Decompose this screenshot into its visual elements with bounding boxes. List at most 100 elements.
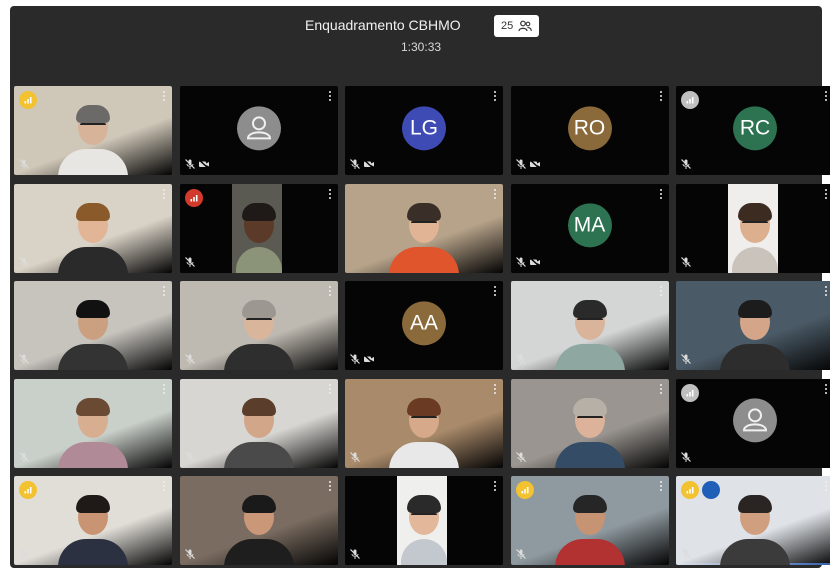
participant-tile[interactable] — [14, 183, 172, 273]
person-hair — [738, 300, 772, 318]
participant-tile[interactable] — [179, 281, 338, 370]
participant-tile[interactable] — [179, 476, 338, 565]
person-hair — [241, 495, 276, 513]
person-body — [58, 344, 128, 370]
person-body — [389, 246, 459, 273]
person-hair — [407, 202, 441, 221]
more-options-icon[interactable] — [821, 480, 830, 494]
signal-badge-icon — [19, 91, 37, 109]
more-options-icon[interactable] — [325, 188, 335, 202]
person-hair — [407, 495, 441, 513]
more-options-icon[interactable] — [656, 90, 666, 104]
person-body — [389, 441, 459, 468]
more-options-icon[interactable] — [159, 383, 169, 397]
more-options-icon[interactable] — [159, 480, 169, 494]
camera-off-icon — [198, 159, 209, 169]
mic-off-icon — [515, 256, 526, 267]
mic-off-icon — [681, 354, 691, 364]
more-options-icon[interactable] — [821, 188, 830, 202]
mic-off-icon — [184, 354, 195, 364]
participant-tile[interactable]: LG — [345, 86, 503, 175]
avatar: RO — [567, 105, 612, 150]
participant-tile[interactable] — [14, 476, 172, 565]
person-hair — [241, 202, 276, 221]
participant-tile[interactable] — [676, 281, 830, 370]
person-body — [554, 441, 625, 468]
mic-off-icon — [19, 354, 29, 364]
mic-off-icon — [184, 256, 195, 267]
person-body — [223, 441, 294, 468]
avatar: RC — [733, 105, 777, 150]
more-options-icon[interactable] — [159, 188, 169, 202]
more-options-icon[interactable] — [490, 90, 500, 104]
person-hair — [76, 202, 110, 221]
participant-tile[interactable]: MA — [510, 183, 669, 273]
participant-tile[interactable] — [345, 378, 503, 468]
participant-video — [223, 290, 294, 370]
more-options-icon[interactable] — [490, 285, 500, 299]
person-hair — [76, 300, 110, 318]
signal-badge-icon — [515, 481, 534, 499]
participant-video — [389, 388, 459, 468]
mic-off-icon — [184, 159, 195, 169]
participant-video — [58, 485, 128, 565]
participant-tile[interactable] — [510, 281, 669, 370]
person-body — [58, 441, 128, 468]
more-options-icon[interactable] — [325, 285, 335, 299]
more-options-icon[interactable] — [656, 188, 666, 202]
participant-tile[interactable] — [179, 183, 338, 273]
person-hair — [76, 105, 110, 123]
person-glasses — [576, 318, 603, 324]
participant-tile[interactable] — [179, 378, 338, 468]
participant-tile[interactable] — [14, 86, 172, 175]
avatar: MA — [567, 203, 612, 248]
participant-video — [223, 388, 294, 468]
more-options-icon[interactable] — [490, 188, 500, 202]
participant-tile[interactable] — [345, 183, 503, 273]
participant-tile[interactable] — [14, 281, 172, 370]
mic-off-icon — [19, 549, 29, 559]
more-options-icon[interactable] — [490, 383, 500, 397]
more-options-icon[interactable] — [821, 285, 830, 299]
more-options-icon[interactable] — [159, 285, 169, 299]
more-options-icon[interactable] — [325, 480, 335, 494]
participant-tile[interactable] — [676, 183, 830, 273]
person-body — [554, 344, 625, 370]
signal-badge-icon — [19, 481, 37, 499]
participant-tile[interactable] — [345, 476, 503, 565]
person-hair — [572, 397, 607, 416]
mic-off-icon — [350, 354, 360, 364]
participants-button[interactable]: 25 — [494, 15, 540, 37]
more-options-icon[interactable] — [490, 480, 500, 494]
camera-off-icon — [529, 159, 540, 169]
mic-off-icon — [184, 549, 195, 559]
person-hair — [738, 495, 772, 513]
participant-tile[interactable] — [676, 378, 830, 468]
signal-badge-icon — [681, 91, 699, 109]
more-options-icon[interactable] — [325, 383, 335, 397]
participant-tile[interactable] — [510, 378, 669, 468]
participant-tile[interactable] — [179, 86, 338, 175]
more-options-icon[interactable] — [656, 383, 666, 397]
mic-off-icon — [681, 549, 691, 559]
default-avatar-icon — [733, 398, 777, 443]
camera-off-icon — [363, 354, 374, 364]
more-options-icon[interactable] — [325, 90, 335, 104]
person-body — [720, 344, 790, 370]
participant-tile[interactable] — [676, 476, 830, 565]
more-options-icon[interactable] — [821, 383, 830, 397]
default-avatar-icon — [236, 105, 281, 150]
participant-tile[interactable] — [14, 378, 172, 468]
mic-off-icon — [184, 451, 195, 462]
person-glasses — [411, 415, 437, 422]
mic-off-icon — [515, 354, 526, 364]
more-options-icon[interactable] — [821, 90, 830, 104]
mic-off-icon — [19, 159, 29, 169]
participant-tile[interactable] — [510, 476, 669, 565]
participant-tile[interactable]: RC — [676, 86, 830, 175]
more-options-icon[interactable] — [656, 285, 666, 299]
more-options-icon[interactable] — [159, 90, 169, 104]
participant-tile[interactable]: RO — [510, 86, 669, 175]
participant-tile[interactable]: AA — [345, 281, 503, 370]
more-options-icon[interactable] — [656, 480, 666, 494]
